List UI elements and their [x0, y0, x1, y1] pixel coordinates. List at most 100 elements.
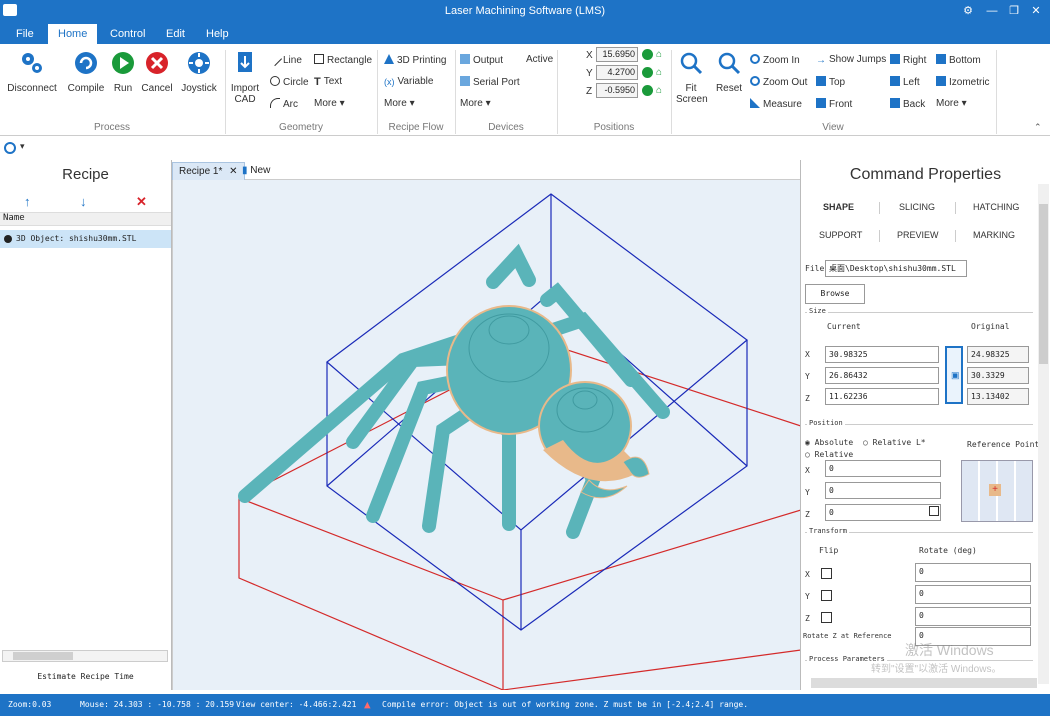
cube-bottom-icon [936, 54, 946, 64]
browse-button[interactable]: Browse [805, 284, 865, 304]
rotate-y-field[interactable]: 0 [915, 585, 1031, 604]
reset-view-button[interactable]: Reset [712, 50, 746, 94]
lock-aspect-toggle[interactable]: ▣ [945, 346, 963, 404]
tab-edit[interactable]: Edit [156, 24, 195, 44]
move-up-icon[interactable]: ↑ [24, 194, 31, 209]
view-right-button[interactable]: Right [890, 54, 926, 66]
group-label-positions: Positions [593, 122, 635, 133]
position-z-field[interactable]: 0 [825, 504, 941, 521]
collapse-ribbon-icon[interactable]: ⌃ [1034, 122, 1042, 133]
size-original-y: 30.3329 [967, 367, 1029, 384]
position-y-field[interactable]: 0 [825, 482, 941, 499]
view-front-button[interactable]: Front [816, 98, 852, 110]
tab-shape[interactable]: SHAPE [823, 202, 854, 212]
tab-recipe-1[interactable]: Recipe 1* ✕ [172, 162, 245, 180]
joystick-button[interactable]: Joystick [178, 50, 220, 94]
measure-icon [750, 98, 760, 108]
3d-printing-button[interactable]: 3D Printing [384, 54, 446, 66]
size-current-x[interactable]: 30.98325 [825, 346, 939, 363]
size-current-y[interactable]: 26.86432 [825, 367, 939, 384]
view-more[interactable]: More ▾ [936, 98, 967, 109]
flip-y-checkbox[interactable] [821, 590, 832, 601]
serial-port-button[interactable]: Serial Port [460, 76, 520, 88]
disconnect-icon [22, 53, 42, 73]
relative-l-radio[interactable]: ○ Relative L* [863, 438, 926, 447]
circle-tool[interactable]: Circle [270, 76, 309, 88]
zoom-out-button[interactable]: Zoom Out [750, 76, 807, 88]
run-button[interactable]: Run [110, 50, 136, 94]
active-button[interactable]: Active [526, 54, 553, 65]
zoom-in-button[interactable]: Zoom In [750, 54, 800, 66]
quick-compile-icon[interactable] [4, 142, 16, 154]
cancel-button[interactable]: Cancel [140, 50, 174, 94]
z-checkbox[interactable] [929, 506, 939, 516]
move-down-icon[interactable]: ↓ [80, 194, 87, 209]
tab-help[interactable]: Help [196, 24, 239, 44]
settings-icon[interactable]: ⚙ [960, 3, 976, 19]
recipe-horizontal-scrollbar[interactable] [2, 650, 168, 662]
file-path-field[interactable]: 桌面\Desktop\shishu30mm.STL [825, 260, 967, 277]
properties-vertical-scrollbar[interactable] [1038, 184, 1049, 684]
rectangle-icon [314, 54, 324, 64]
view-top-button[interactable]: Top [816, 76, 845, 88]
size-current-z[interactable]: 11.62236 [825, 388, 939, 405]
geometry-more[interactable]: More ▾ [314, 98, 345, 109]
rotate-z-field[interactable]: 0 [915, 607, 1031, 626]
rectangle-tool[interactable]: Rectangle [314, 54, 372, 66]
show-jumps-button[interactable]: → Show Jumps [816, 54, 886, 66]
variable-button[interactable]: (x) Variable [384, 76, 433, 87]
line-tool[interactable]: Line [267, 51, 302, 67]
view-isometric-button[interactable]: Izometric [936, 76, 990, 88]
status-view-center: View center: -4.466:2.421 [236, 700, 357, 709]
tab-new[interactable]: ▮ New [236, 162, 276, 180]
tab-home[interactable]: Home [48, 24, 98, 44]
3d-viewport[interactable] [172, 180, 802, 691]
flip-z-checkbox[interactable] [821, 612, 832, 623]
tab-support[interactable]: SUPPORT [819, 230, 862, 240]
recipe-flow-more[interactable]: More ▾ [384, 98, 415, 109]
absolute-radio[interactable]: ◉ Absolute [805, 438, 853, 447]
devices-more[interactable]: More ▾ [460, 98, 491, 109]
minimize-button[interactable]: — [984, 3, 1000, 19]
cube-right-icon [890, 54, 900, 64]
tab-preview[interactable]: PREVIEW [897, 230, 939, 240]
view-bottom-button[interactable]: Bottom [936, 54, 981, 66]
rotate-x-field[interactable]: 0 [915, 563, 1031, 582]
view-back-button[interactable]: Back [890, 98, 925, 110]
flip-x-checkbox[interactable] [821, 568, 832, 579]
restore-button[interactable]: ❐ [1006, 3, 1022, 19]
relative-radio[interactable]: ○ Relative [805, 450, 853, 459]
recipe-list-item[interactable]: 3D Object: shishu30mm.STL [0, 230, 171, 248]
view-left-button[interactable]: Left [890, 76, 920, 88]
home-y-icon[interactable]: ⌂ [656, 67, 662, 78]
tab-marking[interactable]: MARKING [973, 230, 1015, 240]
estimate-recipe-time-button[interactable]: Estimate Recipe Time [0, 672, 171, 681]
scrollbar-thumb[interactable] [1039, 204, 1048, 364]
compile-button[interactable]: Compile [64, 50, 108, 94]
fit-screen-button[interactable]: Fit Screen [674, 50, 708, 105]
disconnect-button[interactable]: Disconnect [4, 50, 60, 94]
delete-icon[interactable]: ✕ [136, 194, 147, 210]
position-z-value: -0.5950 [596, 83, 638, 98]
position-x-field[interactable]: 0 [825, 460, 941, 477]
quick-dropdown-icon[interactable]: ▾ [20, 141, 25, 152]
measure-button[interactable]: Measure [750, 98, 802, 110]
tab-file[interactable]: File [6, 24, 44, 44]
home-x-icon[interactable]: ⌂ [656, 49, 662, 60]
text-tool[interactable]: T Text [314, 76, 342, 88]
reference-point-grid[interactable]: + [961, 460, 1033, 522]
tab-hatching[interactable]: HATCHING [973, 202, 1019, 212]
properties-horizontal-scrollbar[interactable] [811, 678, 1037, 688]
line-icon [267, 51, 283, 67]
size-current-header: Current [827, 322, 861, 331]
home-z-icon[interactable]: ⌂ [656, 85, 662, 96]
scrollbar-thumb[interactable] [13, 652, 73, 660]
status-mouse: Mouse: 24.303 : -10.758 : 20.159 [80, 700, 235, 709]
tab-slicing[interactable]: SLICING [899, 202, 935, 212]
recipe-panel: Recipe ↑ ↓ ✕ Name 3D Object: shishu30mm.… [0, 160, 172, 690]
arc-tool[interactable]: Arc [270, 98, 298, 110]
close-button[interactable]: ✕ [1028, 3, 1044, 19]
output-button[interactable]: Output [460, 54, 503, 66]
import-cad-button[interactable]: Import CAD [228, 50, 262, 105]
tab-control[interactable]: Control [100, 24, 155, 44]
